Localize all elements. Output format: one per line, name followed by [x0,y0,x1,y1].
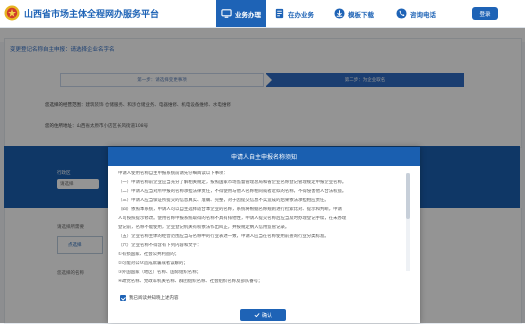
nav-in-progress[interactable]: 在办业务 [274,0,314,27]
nav-template-download[interactable]: 模板下载 [334,0,374,27]
emblem-logo-icon [4,5,20,21]
monitor-icon [221,9,232,18]
modal-title: 申请人自主申报名称须知 [108,147,420,166]
notice-line: （四）依照本系统，申请人可以自主选择适合本企业的名称，系统将根据名称规则进行检索… [118,207,342,212]
notice-line: （二）申请人应当对所申报的名称承担法律责任，不得使用与他人名称相同或者近似的名称… [118,189,347,194]
agree-checkbox[interactable] [120,295,126,301]
modal-content: 申请人使用名称自主申报系统前请先仔细阅读以下事项： （一）申请名称前企业应当充分… [118,171,410,289]
confirm-label: 确认 [261,312,272,319]
notice-line: （一）申请名称前企业应当充分了解相关规定，按照国家市场监督管理总局和省企业名称登… [118,180,347,185]
notice-modal: 申请人自主申报名称须知 申请人使用名称自主申报系统前请先仔细阅读以下事项： （一… [108,147,420,323]
notice-line: 登记前，名称不能使用，企业登记机关有权依法作出纠正，并按规定纳入信用监管记录。 [118,225,290,230]
modal-scrollbar-thumb[interactable] [406,173,410,219]
notice-line: （五）企业名称主体的经营范围应当与名称中的行业表述一致，申请人应当在名称使用前查… [118,234,329,239]
document-icon [275,8,284,19]
notice-line: ④政党名称、党政军机关名称、群团组织名称、社会组织名称及部队番号； [118,279,263,284]
notice-line: ③外国国家（地区）名称、国际组织名称； [118,270,201,275]
phone-icon [396,8,407,19]
nav-consult-phone[interactable]: 咨询电话 [396,0,436,27]
notice-line: ①有损国家、社会公共利益的； [118,252,180,257]
notice-line: 申请人使用名称自主申报系统前请先仔细阅读以下事项： [118,171,228,176]
top-header: 山西省市场主体全程网办服务平台 业务办理 在办业务 模板下载 咨询电话 登录 [0,0,525,28]
nav-label: 咨询电话 [410,10,436,19]
nav-label: 在办业务 [288,10,314,19]
agree-checkbox-row[interactable]: 我已阅读并知晓上述内容 [120,295,179,301]
notice-line: （六）企业名称不得含有下列内容和文字： [118,243,202,248]
login-button[interactable]: 登录 [472,7,498,20]
agree-label: 我已阅读并知晓上述内容 [129,296,179,301]
download-icon [334,8,345,19]
notice-line: ②可能对公众造成欺骗或者误解的； [118,261,188,266]
nav-label: 业务办理 [235,10,261,19]
nav-business-handling[interactable]: 业务办理 [216,0,266,27]
notice-line: 人可按照提示修改。使用名称申报系统取得的名称不具有排他性，申请人提交名称后应当及… [118,216,347,221]
platform-brand-title: 山西省市场主体全程网办服务平台 [24,10,160,20]
nav-label: 模板下载 [348,10,374,19]
check-icon [254,313,260,318]
notice-line: （三）申请人应当保证所提交的信息真实、准确、完整，对于因提交信息不实造成的后果依… [118,198,329,203]
confirm-button[interactable]: 确认 [240,309,286,321]
